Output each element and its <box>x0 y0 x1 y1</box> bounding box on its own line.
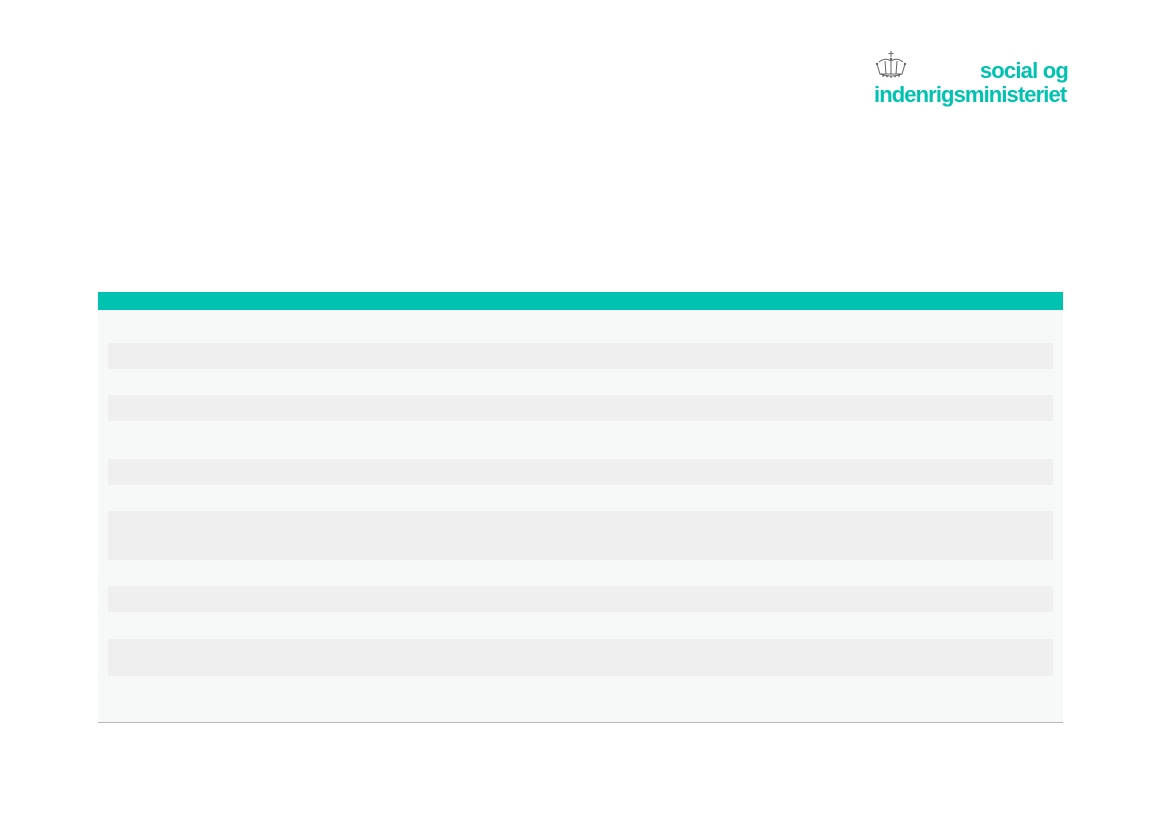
table-row <box>108 395 1053 421</box>
ministry-logo: social og indenrigsministeriet <box>874 50 1074 110</box>
crown-icon <box>875 51 907 78</box>
table-row <box>108 511 1053 560</box>
table-row <box>108 459 1053 485</box>
table-header <box>98 292 1063 310</box>
table-row <box>108 343 1053 369</box>
logo-text-line1: social og <box>979 58 1069 83</box>
table-row <box>108 586 1053 612</box>
logo-text-line2: indenrigsministeriet <box>874 82 1067 107</box>
table-row <box>108 639 1053 676</box>
table <box>98 292 1063 723</box>
